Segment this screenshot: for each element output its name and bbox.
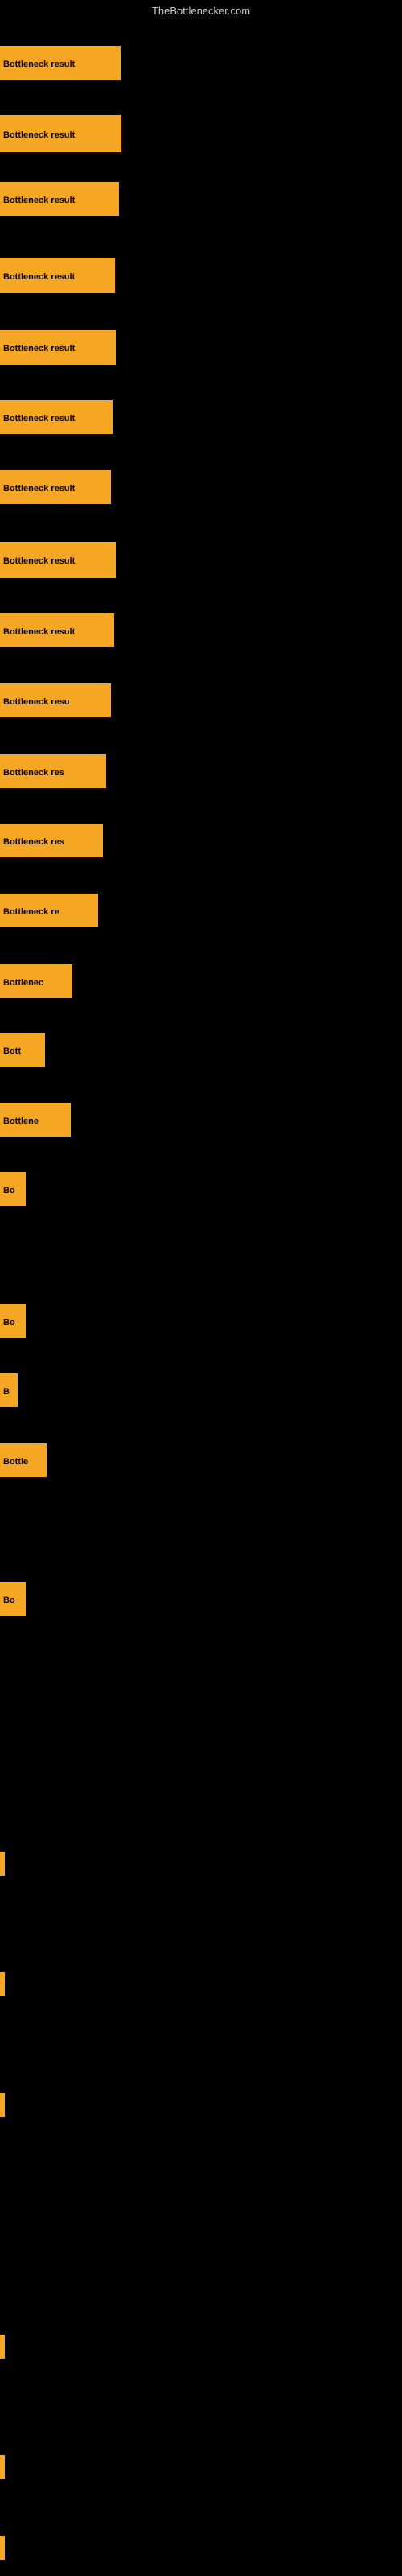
bottleneck-badge-7: Bottleneck result: [0, 542, 116, 578]
bottleneck-badge-1: Bottleneck result: [0, 115, 121, 152]
bottleneck-badge-19: Bottle: [0, 1443, 47, 1477]
bottleneck-badge-11: Bottleneck res: [0, 824, 103, 857]
vertical-bar-5: [0, 2536, 5, 2560]
bottleneck-badge-10: Bottleneck res: [0, 754, 106, 788]
bottleneck-badge-15: Bottlene: [0, 1103, 71, 1137]
bottleneck-badge-16: Bo: [0, 1172, 26, 1206]
bottleneck-badge-20: Bo: [0, 1582, 26, 1616]
bottleneck-badge-18: B: [0, 1373, 18, 1407]
bottleneck-badge-6: Bottleneck result: [0, 470, 111, 504]
vertical-bar-0: [0, 1852, 5, 1876]
bottleneck-badge-13: Bottlenec: [0, 964, 72, 998]
vertical-bar-1: [0, 1972, 5, 1996]
vertical-bar-2: [0, 2093, 5, 2117]
bottleneck-badge-14: Bott: [0, 1033, 45, 1067]
bottleneck-badge-5: Bottleneck result: [0, 400, 113, 434]
bottleneck-badge-3: Bottleneck result: [0, 258, 115, 293]
bottleneck-badge-17: Bo: [0, 1304, 26, 1338]
vertical-bar-4: [0, 2455, 5, 2479]
vertical-bar-3: [0, 2334, 5, 2359]
bottleneck-badge-12: Bottleneck re: [0, 894, 98, 927]
bottleneck-badge-9: Bottleneck resu: [0, 683, 111, 717]
bottleneck-badge-8: Bottleneck result: [0, 613, 114, 647]
bottleneck-badge-2: Bottleneck result: [0, 182, 119, 216]
bottleneck-badge-0: Bottleneck result: [0, 46, 121, 80]
site-title: TheBottlenecker.com: [0, 5, 402, 17]
bottleneck-badge-4: Bottleneck result: [0, 330, 116, 365]
